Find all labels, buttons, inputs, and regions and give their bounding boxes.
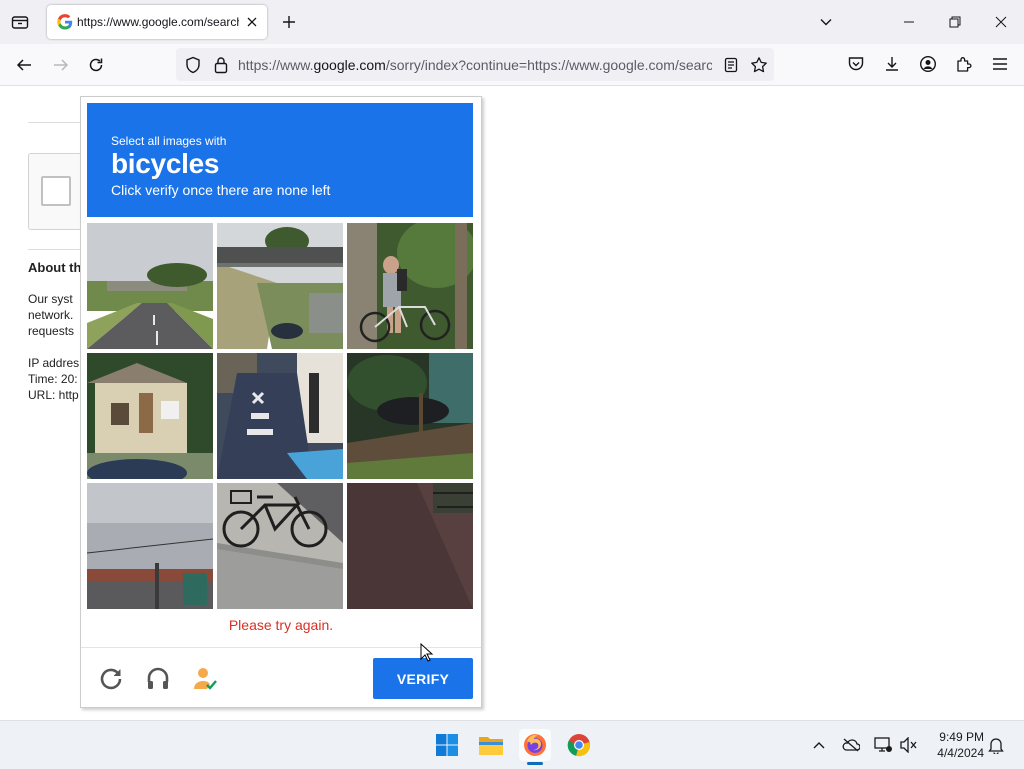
file-explorer-icon[interactable] <box>475 729 507 761</box>
url-line: URL: http <box>28 388 79 402</box>
restore-icon[interactable] <box>932 0 978 44</box>
list-all-tabs-icon[interactable] <box>818 14 834 30</box>
challenge-header: Select all images with bicycles Click ve… <box>87 103 473 217</box>
about-heading: About th <box>28 260 82 275</box>
windows-start-icon[interactable] <box>431 729 463 761</box>
captcha-tile-4[interactable] <box>87 353 213 479</box>
network-icon[interactable] <box>874 736 892 754</box>
recaptcha-checkbox[interactable] <box>41 176 71 206</box>
captcha-tile-9[interactable] <box>347 483 473 609</box>
account-icon[interactable] <box>918 54 938 74</box>
page-body-line: requests <box>28 324 75 338</box>
app-menu-icon[interactable] <box>990 54 1010 74</box>
captcha-tile-5[interactable] <box>217 353 343 479</box>
tab-bar: https://www.google.com/search <box>0 0 1024 44</box>
close-tab-icon[interactable] <box>245 15 259 29</box>
taskbar: 9:49 PM 4/4/2024 <box>0 720 1024 769</box>
page-divider <box>28 249 88 250</box>
tab-title: https://www.google.com/search <box>77 15 239 29</box>
mouse-cursor-icon <box>420 643 434 663</box>
url-bar[interactable]: https://www.google.com/sorry/index?conti… <box>176 48 774 81</box>
url-text[interactable]: https://www.google.com/sorry/index?conti… <box>238 57 712 73</box>
page-body-line: Our syst <box>28 292 73 306</box>
active-app-indicator <box>527 762 543 765</box>
chrome-icon[interactable] <box>563 729 595 761</box>
volume-muted-icon[interactable] <box>900 736 918 754</box>
clock-time: 9:49 PM <box>939 730 984 744</box>
page-divider <box>28 122 88 123</box>
audio-challenge-icon[interactable] <box>144 665 172 693</box>
clock-date: 4/4/2024 <box>937 746 984 760</box>
captcha-tile-7[interactable] <box>87 483 213 609</box>
system-clock[interactable]: 9:49 PM 4/4/2024 <box>926 729 984 761</box>
url-prefix: https://www. <box>238 57 314 73</box>
forward-arrow-icon[interactable] <box>50 54 72 76</box>
navigation-toolbar: https://www.google.com/sorry/index?conti… <box>0 44 1024 86</box>
onedrive-offline-icon[interactable] <box>842 736 860 754</box>
tracking-protection-shield-icon[interactable] <box>184 56 202 74</box>
privacy-info-icon[interactable] <box>191 665 219 693</box>
recaptcha-challenge: Select all images with bicycles Click ve… <box>80 96 482 708</box>
notification-bell-icon[interactable] <box>987 736 1005 754</box>
downloads-icon[interactable] <box>882 54 902 74</box>
url-path: /sorry/index?continue=https://www.google… <box>385 57 712 73</box>
reload-challenge-icon[interactable] <box>97 665 125 693</box>
reader-view-icon[interactable] <box>722 56 740 74</box>
time-line: Time: 20: <box>28 372 78 386</box>
instruction-text: Select all images with <box>111 134 227 148</box>
verify-button[interactable]: VERIFY <box>373 658 473 699</box>
captcha-tile-3[interactable] <box>347 223 473 349</box>
extensions-icon[interactable] <box>954 54 974 74</box>
reload-icon[interactable] <box>85 54 107 76</box>
captcha-tile-1[interactable] <box>87 223 213 349</box>
ip-address-line: IP addres <box>28 356 80 370</box>
captcha-tile-2[interactable] <box>217 223 343 349</box>
instruction-subtext: Click verify once there are none left <box>111 182 331 198</box>
error-message: Please try again. <box>228 617 334 633</box>
google-g-icon <box>57 14 73 30</box>
minimize-icon[interactable] <box>886 0 932 44</box>
firefox-icon[interactable] <box>519 729 551 761</box>
captcha-tile-8[interactable] <box>217 483 343 609</box>
url-host: google.com <box>313 57 386 73</box>
page-body-line: network. <box>28 308 74 322</box>
captcha-tile-6[interactable] <box>347 353 473 479</box>
show-hidden-icons-icon[interactable] <box>810 736 828 754</box>
lock-icon[interactable] <box>212 56 230 74</box>
bookmark-star-icon[interactable] <box>750 56 768 74</box>
back-arrow-icon[interactable] <box>13 54 35 76</box>
browser-tab[interactable]: https://www.google.com/search <box>47 5 267 39</box>
new-tab-icon[interactable] <box>280 13 298 31</box>
pocket-icon[interactable] <box>846 54 866 74</box>
close-window-icon[interactable] <box>978 0 1024 44</box>
target-object: bicycles <box>111 148 220 179</box>
firefox-view-icon[interactable] <box>8 11 32 33</box>
